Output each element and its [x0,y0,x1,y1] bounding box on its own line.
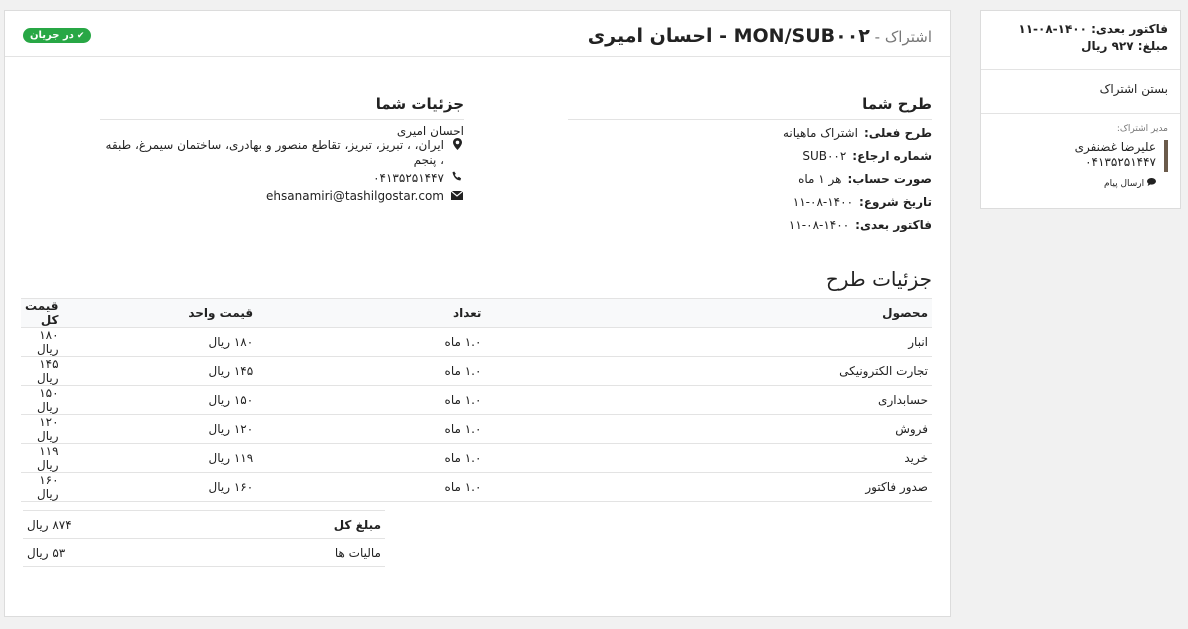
cell-product: صدور فاکتور [485,472,932,502]
email-text[interactable]: ehsanamiri@tashilgostar.com [266,189,444,204]
table-row: خرید ۱.۰ ماه ۱۱۹ ریال ۱۱۹ ریال [21,443,932,473]
plan-lines-table: محصول تعداد قیمت واحد قیمت کل انبار ۱.۰ … [21,298,932,502]
cell-total: ۱۲۰ ریال [21,414,63,444]
cell-total: ۱۱۹ ریال [21,443,63,473]
tax-label: مالیات ها [199,538,385,567]
cell-qty: ۱.۰ ماه [257,472,486,502]
cell-unit: ۱۸۰ ریال [62,327,258,357]
subtotal-value: ۸۷۴ ریال [23,510,200,539]
cell-qty: ۱.۰ ماه [257,385,486,415]
totals-table: مبلغ کل ۸۷۴ ریال مالیات ها ۵۳ ریال [23,510,385,567]
cell-product: حسابداری [485,385,932,415]
cell-qty: ۱.۰ ماه [257,443,486,473]
cell-total: ۱۴۵ ریال [21,356,63,386]
card-header: اشتراک - MON/SUB۰۰۲ - احسان امیری ✔در جر… [5,11,950,57]
plan-details-title: جزئیات طرح [825,267,932,291]
cell-product: خرید [485,443,932,473]
cell-product: تجارت الکترونیکی [485,356,932,386]
phone-icon [450,171,464,186]
status-badge: ✔در جریان [23,28,92,43]
plan-row-billing: صورت حساب:هر ۱ ماه [798,172,932,186]
header-unit-price: قیمت واحد [62,298,258,328]
plan-row-reference: شماره ارجاع:SUB۰۰۲ [802,149,932,163]
table-row: فروش ۱.۰ ماه ۱۲۰ ریال ۱۲۰ ریال [21,414,932,444]
phone-text: ۰۴۱۳۵۲۵۱۴۴۷ [373,171,444,185]
cell-total: ۱۸۰ ریال [21,327,63,357]
cell-qty: ۱.۰ ماه [257,327,486,357]
cell-total: ۱۵۰ ریال [21,385,63,415]
comment-icon [1144,178,1156,189]
plan-row-start-date: تاریخ شروع:۱۴۰۰-۰۸-۱۱ [792,195,932,209]
manager-box: علیرضا غضنفری ۰۴۱۳۵۲۵۱۴۴۷ [993,140,1168,172]
subscription-title: MON/SUB۰۰۲ - احسان امیری [587,25,870,47]
plan-section: طرح شما طرح فعلی:اشتراک ماهیانه شماره ار… [568,95,932,235]
plan-row-next-invoice: فاکتور بعدی:۱۴۰۰-۰۸-۱۱ [788,218,932,232]
table-row: صدور فاکتور ۱.۰ ماه ۱۶۰ ریال ۱۶۰ ریال [21,472,932,502]
cell-qty: ۱.۰ ماه [257,356,486,386]
title-prefix: اشتراک - [869,28,932,46]
customer-name: احسان امیری [396,124,464,138]
subtotal-label: مبلغ کل [199,510,385,539]
cell-product: انبار [485,327,932,357]
header-qty: تعداد [257,298,486,328]
manager-name: علیرضا غضنفری [1074,140,1156,154]
address-text: ایران، ، تبریز، تبریز، تقاطع منصور و بها… [105,138,444,167]
cell-unit: ۱۴۵ ریال [62,356,258,386]
map-marker-icon [450,138,464,154]
header-product: محصول [485,298,932,328]
manager-section: مدیر اشتراک: علیرضا غضنفری ۰۴۱۳۵۲۵۱۴۴۷ ا… [981,114,1180,199]
tax-row: مالیات ها ۵۳ ریال [23,538,385,567]
details-section: جزئیات شما احسان امیری ایران، ، تبریز، ت… [100,95,464,204]
tax-value: ۵۳ ریال [23,538,200,567]
subscription-card: اشتراک - MON/SUB۰۰۲ - احسان امیری ✔در جر… [4,10,951,617]
cell-unit: ۱۱۹ ریال [62,443,258,473]
table-row: حسابداری ۱.۰ ماه ۱۵۰ ریال ۱۵۰ ریال [21,385,932,415]
cell-unit: ۱۵۰ ریال [62,385,258,415]
plan-row-current: طرح فعلی:اشتراک ماهیانه [782,126,932,140]
table-row: انبار ۱.۰ ماه ۱۸۰ ریال ۱۸۰ ریال [21,327,932,357]
page-title: اشتراک - MON/SUB۰۰۲ - احسان امیری [588,25,932,47]
close-subscription-link[interactable]: بستن اشتراک [981,70,1180,114]
cell-total: ۱۶۰ ریال [21,472,63,502]
table-row: تجارت الکترونیکی ۱.۰ ماه ۱۴۵ ریال ۱۴۵ ری… [21,356,932,386]
subtotal-row: مبلغ کل ۸۷۴ ریال [23,510,385,539]
details-title: جزئیات شما [100,95,464,120]
header-total-price: قیمت کل [21,298,63,328]
cell-unit: ۱۶۰ ریال [62,472,258,502]
email-line[interactable]: ehsanamiri@tashilgostar.com [100,189,464,204]
amount-text: مبلغ: ۹۲۷ ریال [1081,39,1168,53]
manager-label: مدیر اشتراک: [1116,124,1168,134]
send-message-link[interactable]: ارسال پیام [993,178,1156,189]
cell-unit: ۱۲۰ ریال [62,414,258,444]
subscription-sidebar: فاکتور بعدی: ۱۴۰۰-۰۸-۱۱ مبلغ: ۹۲۷ ریال ب… [980,10,1181,209]
cell-product: فروش [485,414,932,444]
status-text: در جریان [30,30,74,41]
manager-info: علیرضا غضنفری ۰۴۱۳۵۲۵۱۴۴۷ [1075,140,1156,170]
manager-phone: ۰۴۱۳۵۲۵۱۴۴۷ [1085,155,1156,169]
envelope-icon [450,189,464,204]
table-header-row: محصول تعداد قیمت واحد قیمت کل [21,298,932,328]
next-invoice-summary: فاکتور بعدی: ۱۴۰۰-۰۸-۱۱ مبلغ: ۹۲۷ ریال [981,11,1180,70]
next-invoice-text: فاکتور بعدی: ۱۴۰۰-۰۸-۱۱ [1018,22,1168,36]
avatar [1164,140,1168,172]
cell-qty: ۱.۰ ماه [257,414,486,444]
address-line: ایران، ، تبریز، تبریز، تقاطع منصور و بها… [100,138,464,168]
send-message-label[interactable]: ارسال پیام [1104,179,1144,189]
check-icon: ✔ [76,31,85,41]
plan-title: طرح شما [568,95,932,120]
total-row-clipped [23,566,385,579]
phone-line: ۰۴۱۳۵۲۵۱۴۴۷ [100,171,464,186]
